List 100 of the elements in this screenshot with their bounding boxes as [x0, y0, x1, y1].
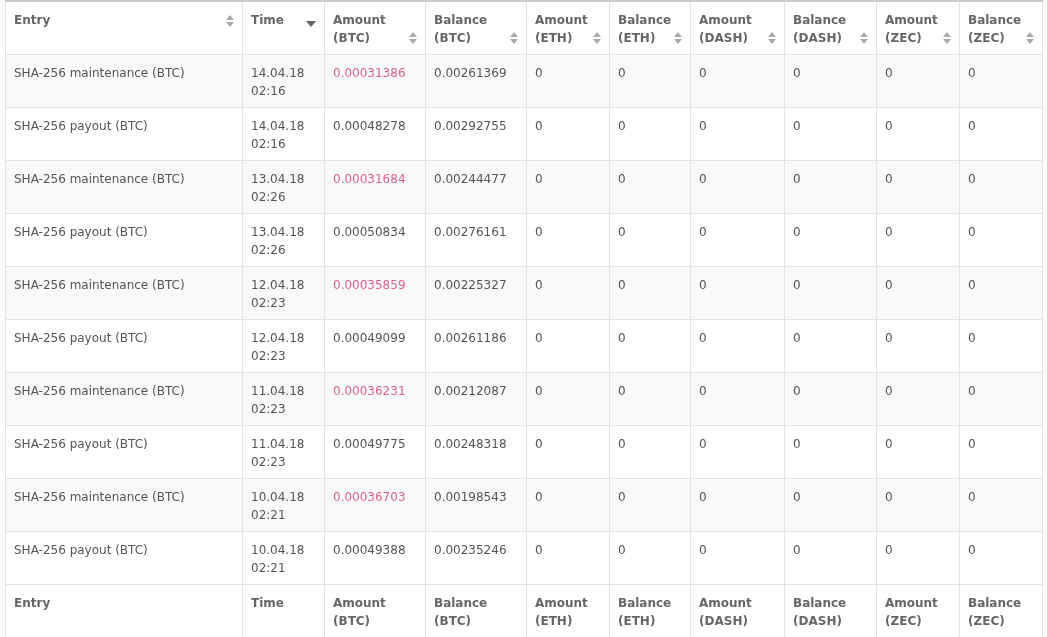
table-cell: 0: [690, 531, 785, 584]
table-cell: 0: [876, 213, 960, 266]
table-cell: 0: [690, 372, 785, 425]
table-cell: 0: [959, 425, 1043, 478]
table-cell: 0.00261369: [425, 54, 527, 107]
table-cell: SHA-256 payout (BTC): [5, 213, 243, 266]
table-cell: 0: [690, 160, 785, 213]
column-header[interactable]: Amount (DASH): [690, 1, 785, 54]
table-cell: SHA-256 maintenance (BTC): [5, 266, 243, 319]
column-header[interactable]: Balance (BTC): [425, 1, 527, 54]
column-header[interactable]: Amount (ETH): [526, 1, 610, 54]
table-cell: 0.00276161: [425, 213, 527, 266]
table-cell: 10.04.18 02:21: [242, 531, 325, 584]
table-cell: 0: [876, 266, 960, 319]
table-cell: 0.00036703: [324, 478, 426, 531]
table-cell: 0: [876, 319, 960, 372]
table-cell: 0.00225327: [425, 266, 527, 319]
table-cell: 0.00212087: [425, 372, 527, 425]
table-cell: 0: [876, 160, 960, 213]
table-cell: 14.04.18 02:16: [242, 54, 325, 107]
table-cell: 0: [876, 425, 960, 478]
column-header[interactable]: Amount (ZEC): [876, 1, 960, 54]
table-cell: 0: [609, 531, 691, 584]
table-cell: 0.00048278: [324, 107, 426, 160]
table-cell: 0: [959, 319, 1043, 372]
table-cell: SHA-256 payout (BTC): [5, 107, 243, 160]
table-cell: 0: [609, 372, 691, 425]
table-cell: 0: [959, 531, 1043, 584]
table-cell: 0: [784, 107, 877, 160]
table-cell: 0.00031386: [324, 54, 426, 107]
table-cell: 0: [609, 160, 691, 213]
table-cell: 0: [959, 160, 1043, 213]
table-cell: 0: [784, 372, 877, 425]
column-header[interactable]: Entry: [5, 1, 243, 54]
table-cell: SHA-256 payout (BTC): [5, 425, 243, 478]
table-cell: 0: [526, 478, 610, 531]
column-header[interactable]: Time: [242, 1, 325, 54]
table-cell: 0: [959, 213, 1043, 266]
table-cell: 0: [690, 319, 785, 372]
table-cell: 0.00049099: [324, 319, 426, 372]
table-cell: 14.04.18 02:16: [242, 107, 325, 160]
table-cell: 13.04.18 02:26: [242, 213, 325, 266]
table-cell: 0: [526, 213, 610, 266]
table-cell: 0: [876, 478, 960, 531]
table-cell: SHA-256 maintenance (BTC): [5, 478, 243, 531]
table-cell: 0: [526, 160, 610, 213]
table-cell: 0: [959, 54, 1043, 107]
table-cell: SHA-256 maintenance (BTC): [5, 160, 243, 213]
table-cell: 0.00050834: [324, 213, 426, 266]
table-cell: 0.00036231: [324, 372, 426, 425]
table-cell: SHA-256 maintenance (BTC): [5, 54, 243, 107]
table-cell: 0.00049775: [324, 425, 426, 478]
table-cell: 0.00235246: [425, 531, 527, 584]
table-cell: SHA-256 maintenance (BTC): [5, 372, 243, 425]
table-cell: 12.04.18 02:23: [242, 266, 325, 319]
table-cell: 0: [876, 107, 960, 160]
table-cell: 0: [784, 213, 877, 266]
table-cell: 0.00248318: [425, 425, 527, 478]
table-cell: 0.00035859: [324, 266, 426, 319]
table-cell: 0.00049388: [324, 531, 426, 584]
table-cell: 0: [690, 425, 785, 478]
table-cell: 0: [690, 213, 785, 266]
table-cell: 0: [876, 531, 960, 584]
table-cell: SHA-256 payout (BTC): [5, 319, 243, 372]
table-cell: 0: [526, 372, 610, 425]
table-cell: 0: [784, 266, 877, 319]
table-cell: 0: [526, 107, 610, 160]
column-header[interactable]: Balance (ZEC): [959, 1, 1043, 54]
table-cell: 0: [526, 54, 610, 107]
column-header[interactable]: Balance (DASH): [784, 1, 877, 54]
table-cell: 0: [526, 425, 610, 478]
table-cell: 10.04.18 02:21: [242, 478, 325, 531]
table-cell: 0: [609, 213, 691, 266]
table-cell: 0: [690, 107, 785, 160]
table-cell: 0: [526, 531, 610, 584]
table-cell: 0: [876, 54, 960, 107]
table-cell: 0: [784, 54, 877, 107]
table-cell: 0.00031684: [324, 160, 426, 213]
table-cell: 0.00261186: [425, 319, 527, 372]
table-cell: 11.04.18 02:23: [242, 425, 325, 478]
table-cell: 0.00198543: [425, 478, 527, 531]
table-cell: 0: [784, 425, 877, 478]
table-cell: 0: [784, 319, 877, 372]
table-cell: 0: [959, 266, 1043, 319]
table-cell: 0: [526, 319, 610, 372]
table-cell: 0: [609, 478, 691, 531]
column-header[interactable]: Balance (ETH): [609, 1, 691, 54]
table-cell: 0.00244477: [425, 160, 527, 213]
table-cell: 0: [784, 531, 877, 584]
table-cell: 13.04.18 02:26: [242, 160, 325, 213]
table-cell: 0: [784, 160, 877, 213]
table-cell: 0: [609, 425, 691, 478]
column-header[interactable]: Amount (BTC): [324, 1, 426, 54]
table-cell: 0: [609, 266, 691, 319]
table-cell: 0.00292755: [425, 107, 527, 160]
column-footer: Entry: [5, 584, 243, 637]
table-cell: SHA-256 payout (BTC): [5, 531, 243, 584]
table-cell: 0: [526, 266, 610, 319]
table-cell: 11.04.18 02:23: [242, 372, 325, 425]
table-cell: 0: [609, 107, 691, 160]
